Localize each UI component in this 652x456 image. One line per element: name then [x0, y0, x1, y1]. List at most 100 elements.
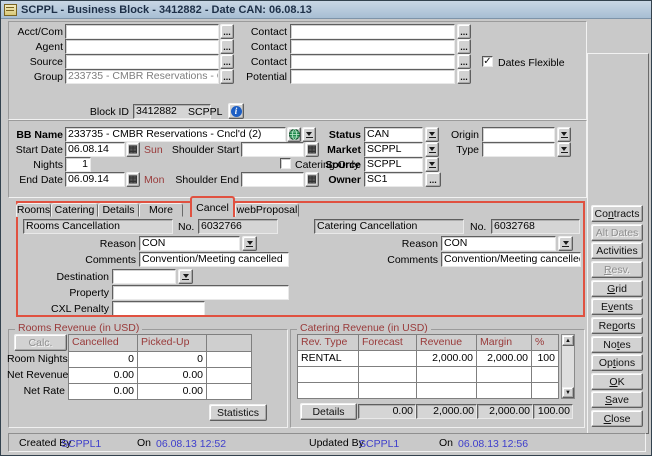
status-field[interactable]: CAN	[364, 127, 423, 142]
created-on-label: On	[137, 437, 155, 450]
group-browse-button[interactable]: ...	[220, 69, 234, 84]
rev-type-cell[interactable]	[298, 383, 358, 398]
activities-button[interactable]: Activities	[591, 242, 643, 259]
calc-button: Calc.	[14, 334, 67, 351]
close-button[interactable]: Close	[591, 410, 643, 427]
potential-browse-button[interactable]: ...	[457, 69, 471, 84]
forecast-cell[interactable]	[359, 367, 416, 382]
forecast-cell[interactable]	[359, 383, 416, 398]
contact2-browse-button[interactable]: ...	[457, 39, 471, 54]
tab-more[interactable]: More	[139, 203, 183, 217]
dropdown-arrow-icon	[247, 241, 253, 245]
type-label: Type	[433, 144, 479, 157]
rooms-reason-dropdown-button[interactable]	[242, 236, 257, 251]
save-button[interactable]: Save	[591, 391, 643, 408]
start-date-calendar-button[interactable]: ▦	[126, 142, 140, 157]
percent-cell[interactable]: 100	[532, 351, 558, 366]
revenue-cell[interactable]	[417, 367, 476, 382]
options-button[interactable]: Options	[591, 354, 643, 371]
statistics-button[interactable]: Statistics	[209, 404, 267, 421]
market-field[interactable]: SCPPL	[364, 142, 423, 157]
tab-webproposal[interactable]: webProposal	[235, 203, 299, 217]
events-button[interactable]: Events	[591, 298, 643, 315]
margin-cell[interactable]: 2,000.00	[477, 351, 531, 366]
notes-button[interactable]: Notes	[591, 336, 643, 353]
margin-cell[interactable]	[477, 367, 531, 382]
calendar-icon: ▦	[128, 175, 137, 185]
bb-name-field[interactable]: 233735 - CMBR Reservations - Cncl'd (2)	[65, 127, 286, 142]
potential-field[interactable]	[290, 69, 455, 84]
contracts-button[interactable]: Contracts	[591, 205, 643, 222]
type-field[interactable]	[482, 142, 555, 157]
rev-type-cell[interactable]: RENTAL	[298, 351, 358, 366]
contact1-browse-button[interactable]: ...	[457, 24, 471, 39]
destination-field[interactable]	[112, 269, 176, 284]
percent-cell[interactable]	[532, 367, 558, 382]
property-field[interactable]	[112, 285, 289, 300]
tab-details[interactable]: Details	[98, 203, 139, 217]
scroll-up-button[interactable]: ▲	[562, 335, 574, 346]
net-revenue-cancelled: 0.00	[69, 368, 137, 383]
reports-button[interactable]: Reports	[591, 317, 643, 334]
dropdown-arrow-icon	[561, 132, 567, 136]
source-browse-button[interactable]: ...	[220, 54, 234, 69]
agent-browse-button[interactable]: ...	[220, 39, 234, 54]
end-date-calendar-button[interactable]: ▦	[126, 172, 140, 187]
nights-label: Nights	[7, 159, 63, 172]
rev-type-cell[interactable]	[298, 367, 358, 382]
contact3-field[interactable]	[290, 54, 455, 69]
owner-field[interactable]: SC1	[364, 172, 423, 187]
rooms-comments-field[interactable]: Convention/Meeting cancelled	[139, 252, 289, 267]
contact2-field[interactable]	[290, 39, 455, 54]
source-code-dropdown-button[interactable]	[425, 157, 439, 172]
catering-reason-dropdown-button[interactable]	[558, 236, 573, 251]
property-info-button[interactable]: i	[228, 103, 244, 119]
type-dropdown-button[interactable]	[557, 142, 571, 157]
margin-cell[interactable]	[477, 383, 531, 398]
end-date-label: End Date	[7, 174, 63, 187]
percent-cell[interactable]	[532, 383, 558, 398]
start-date-field[interactable]: 06.08.14	[65, 142, 125, 157]
acct-com-browse-button[interactable]: ...	[220, 24, 234, 39]
revenue-cell[interactable]	[417, 383, 476, 398]
shoulder-start-field[interactable]	[241, 142, 304, 157]
column-header: %	[532, 335, 558, 350]
updated-by-value: SCPPL1	[359, 438, 419, 451]
cxl-penalty-field[interactable]	[112, 301, 205, 316]
catering-reason-field[interactable]: CON	[441, 236, 556, 251]
catering-only-checkbox[interactable]	[280, 158, 291, 169]
grid-button[interactable]: Grid	[591, 280, 643, 297]
catering-comments-field[interactable]: Convention/Meeting cancelled	[441, 252, 581, 267]
dropdown-arrow-icon	[561, 147, 567, 151]
tab-rooms[interactable]: Rooms	[16, 203, 51, 217]
tab-cancel[interactable]: Cancel	[190, 196, 235, 217]
rooms-reason-field[interactable]: CON	[139, 236, 240, 251]
ellipsis-icon: ...	[460, 29, 468, 35]
details-button[interactable]: Details	[300, 403, 357, 420]
contact3-browse-button[interactable]: ...	[457, 54, 471, 69]
scroll-down-button[interactable]: ▼	[562, 387, 574, 398]
revenue-cell[interactable]: 2,000.00	[417, 351, 476, 366]
dates-flexible-checkbox[interactable]: ✓	[482, 56, 493, 67]
agent-field[interactable]	[65, 39, 219, 54]
origin-dropdown-button[interactable]	[557, 127, 571, 142]
bb-name-web-button[interactable]	[287, 127, 301, 142]
ok-button[interactable]: OK	[591, 373, 643, 390]
source-field[interactable]	[65, 54, 219, 69]
origin-field[interactable]	[482, 127, 555, 142]
catering-table-scrollbar[interactable]: ▲ ▼	[561, 334, 575, 399]
net-rate-cancelled: 0.00	[69, 384, 137, 399]
title-bar: SCPPL - Business Block - 3412882 - Date …	[1, 1, 651, 19]
contact1-field[interactable]	[290, 24, 455, 39]
source-code-field[interactable]: SCPPL	[364, 157, 423, 172]
ellipsis-icon: ...	[460, 44, 468, 50]
acct-com-field[interactable]	[65, 24, 219, 39]
owner-browse-button[interactable]: ...	[425, 172, 441, 187]
destination-dropdown-button[interactable]	[178, 269, 193, 284]
nights-field[interactable]: 1	[65, 157, 91, 172]
tab-catering[interactable]: Catering	[51, 203, 98, 217]
shoulder-end-field[interactable]	[241, 172, 304, 187]
end-date-field[interactable]: 06.09.14	[65, 172, 125, 187]
forecast-cell[interactable]	[359, 351, 416, 366]
property-code-label: SCPPL	[188, 106, 224, 119]
